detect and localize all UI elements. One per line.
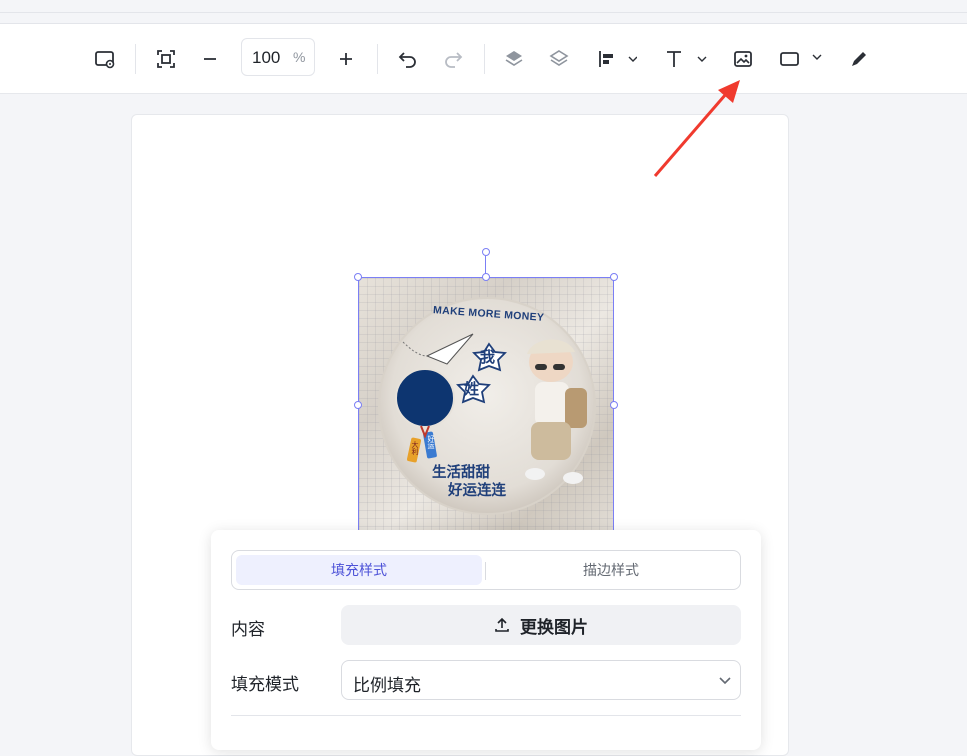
zoom-in-icon[interactable] <box>335 24 357 93</box>
resize-handle-top-left[interactable] <box>354 273 362 281</box>
zoom-input[interactable]: 100 % <box>241 38 315 76</box>
upload-icon <box>495 617 509 632</box>
resize-handle-right[interactable] <box>610 401 618 409</box>
fill-mode-label: 填充模式 <box>231 675 299 694</box>
resize-handle-left[interactable] <box>354 401 362 409</box>
toolbar-separator <box>377 44 378 74</box>
rotate-handle[interactable] <box>482 248 490 256</box>
toolbar-separator <box>135 44 136 74</box>
redo-icon[interactable] <box>442 24 464 93</box>
shape-icon[interactable] <box>778 24 826 93</box>
properties-panel: 填充样式 描边样式 内容 更换图片 填充模式 比例填充 <box>211 530 761 750</box>
replace-image-button[interactable]: 更换图片 <box>341 605 741 645</box>
chevron-down-icon <box>719 677 731 685</box>
star-char-1: 我 <box>480 349 496 366</box>
tag-text-1: 大利 <box>411 441 418 455</box>
align-icon[interactable] <box>595 24 639 93</box>
tab-stroke-style[interactable]: 描边样式 <box>486 555 736 585</box>
zoom-value: 100 <box>252 48 281 67</box>
slogan-line-2: 好运连连 <box>448 483 506 499</box>
selected-image[interactable]: MAKE MORE MONEY 我 姓 大利 好运 生活甜甜 好运连连 <box>358 277 614 533</box>
tag-text-2: 好运 <box>427 435 434 449</box>
toolbar-separator <box>484 44 485 74</box>
content-label: 内容 <box>231 620 265 639</box>
resize-handle-top[interactable] <box>482 273 490 281</box>
bring-forward-icon[interactable] <box>503 24 525 93</box>
toolbar: 100 % <box>0 24 967 94</box>
zoom-unit: % <box>293 49 306 65</box>
text-icon[interactable] <box>663 24 709 93</box>
panel-divider <box>231 715 741 716</box>
style-tabs: 填充样式 描边样式 <box>231 550 741 590</box>
resize-handle-top-right[interactable] <box>610 273 618 281</box>
replace-image-label: 更换图片 <box>520 617 588 637</box>
canvas-settings-icon[interactable] <box>92 24 118 93</box>
top-strip <box>0 0 967 13</box>
fill-mode-select[interactable]: 比例填充 <box>341 660 741 700</box>
undo-icon[interactable] <box>397 24 419 93</box>
fit-screen-icon[interactable] <box>154 24 178 93</box>
tab-fill-style[interactable]: 填充样式 <box>236 555 482 585</box>
pen-icon[interactable] <box>848 24 870 93</box>
fill-mode-value: 比例填充 <box>353 676 421 695</box>
zoom-out-icon[interactable] <box>199 24 221 93</box>
star-char-2: 姓 <box>464 381 480 398</box>
top-strip-secondary <box>0 13 967 24</box>
send-backward-icon[interactable] <box>548 24 570 93</box>
image-icon[interactable] <box>732 24 754 93</box>
